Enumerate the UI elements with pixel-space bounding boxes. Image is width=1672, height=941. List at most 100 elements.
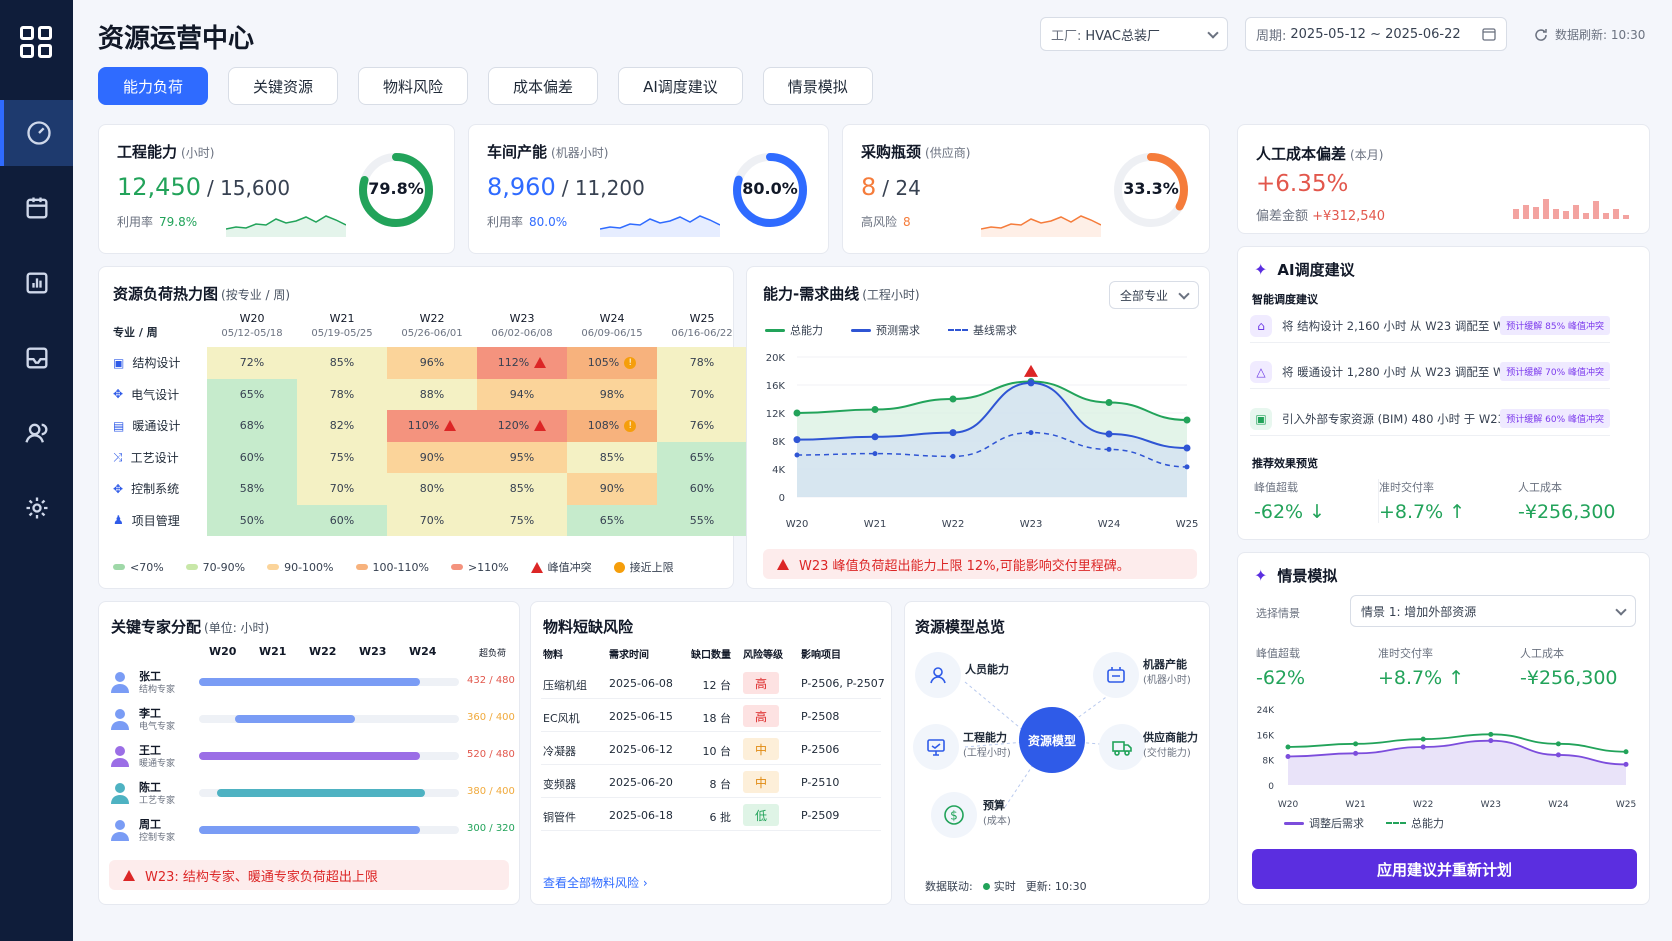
labor-bar [1583, 213, 1589, 219]
risk-badge: 低 [743, 804, 779, 826]
app-grid-icon[interactable] [20, 26, 52, 58]
warning-icon [534, 357, 547, 369]
expert-role: 工艺专家 [139, 796, 176, 806]
baseline-point [1028, 430, 1034, 436]
refresh-status[interactable]: 数据刷新: 10:30 [1533, 26, 1645, 43]
model-sync-status: 数据联动: 实时 更新: 10:30 [925, 880, 1087, 893]
ai-metric-ontime: 准时交付率 +8.7% ↑ [1378, 479, 1466, 523]
tab-capacity-load[interactable]: 能力负荷 [98, 67, 209, 105]
nav-dashboard-icon[interactable] [0, 100, 73, 166]
heatmap-legend-item: 接近上限 [613, 559, 674, 575]
discipline-icon: ▤ [113, 418, 125, 433]
period-select[interactable]: 周期: 2025-05-12 ~ 2025-06-22 [1245, 17, 1507, 51]
ai-suggestion-item[interactable]: △ 将 暖通设计 1,280 小时 从 W23 调配至 W24 预计缓解 70% 峰… [1250, 355, 1610, 389]
nav-settings-icon[interactable] [0, 475, 73, 541]
adjusted-point [1488, 738, 1494, 744]
calendar-icon [1482, 28, 1496, 41]
tab-scenario[interactable]: 情景模拟 [762, 67, 873, 105]
factory-label: 工厂: [1051, 28, 1082, 44]
expert-role: 暖通专家 [139, 759, 176, 769]
tab-material-risk[interactable]: 物料风险 [358, 67, 469, 105]
heatmap-row-label: ▣ 结构设计 [113, 355, 181, 371]
ai-suggestion-item[interactable]: ⌂ 将 结构设计 2,160 小时 从 W23 调配至 W22 预计缓解 85% 峰… [1250, 309, 1610, 343]
heatmap-cell: 65% [207, 378, 297, 410]
heatmap-cell: 112% [477, 347, 567, 379]
heatmap-cell: 90% [387, 441, 477, 473]
kpi-card-workshop: 车间产能 (机器小时) 8,960/ 11,200 利用率 80.0% 80.0% [468, 124, 829, 254]
tab-ai-scheduling[interactable]: AI调度建议 [618, 67, 743, 105]
demand-point [793, 436, 801, 444]
view-all-material-link[interactable]: 查看全部物料风险 › [543, 874, 648, 891]
warning-icon [777, 558, 789, 570]
y-tick-label: 12K [766, 409, 786, 420]
y-tick-label: 4K [772, 465, 785, 476]
heatmap-cell: 58% [207, 473, 297, 505]
expert-bar [199, 826, 420, 834]
expert-role: 结构专家 [139, 685, 176, 695]
baseline-point [950, 453, 956, 459]
heatmap-cell: 60% [207, 441, 297, 473]
material-header: 缺口数量 [691, 650, 731, 661]
heatmap-cell: 70% [297, 473, 387, 505]
heatmap-week-header: W23 06/02-06/08 [491, 312, 553, 339]
capacity-point [1555, 741, 1561, 747]
bim-icon: ▣ [1250, 407, 1272, 430]
kpi-card-procurement: 采购瓶颈 (供应商) 8/ 24 高风险 8 33.3% [842, 124, 1210, 254]
expert-week-header: W24 [409, 645, 437, 658]
scenario-legend: 调整后需求 总能力 [1284, 815, 1444, 831]
heatmap-cell: 88% [387, 378, 477, 410]
triangle-icon: △ [1250, 360, 1272, 383]
x-tick-label: W25 [1616, 800, 1636, 810]
labor-bar [1593, 201, 1599, 219]
heatmap-cell: 68% [207, 410, 297, 442]
material-project: P-2509 [801, 809, 840, 822]
material-header: 影响项目 [801, 650, 841, 661]
avatar [109, 707, 131, 731]
y-tick-label: 20K [766, 353, 786, 364]
material-name: 铜管件 [543, 811, 576, 824]
chevron-down-icon [1615, 604, 1627, 616]
scenario-metric-ontime: 准时交付率 +8.7% ↑ [1378, 647, 1465, 689]
expert-load-header: 超负荷 [479, 649, 507, 659]
nav-report-icon[interactable] [0, 250, 73, 316]
kpi-sparkline [981, 215, 1101, 237]
warning-icon [534, 420, 547, 432]
y-tick-label: 0 [1268, 782, 1274, 792]
material-project: P-2506 [801, 743, 840, 756]
kpi-title: 工程能力 (小时) [117, 143, 215, 161]
scenario-select[interactable]: 情景 1: 增加外部资源 [1350, 595, 1636, 627]
warning-icon [530, 561, 543, 573]
resource-model-center[interactable]: 资源模型 [1019, 707, 1085, 773]
discipline-filter[interactable]: 全部专业 [1109, 281, 1199, 309]
tab-key-resources[interactable]: 关键资源 [228, 67, 339, 105]
kpi-value: 8/ 24 [861, 173, 921, 201]
heatmap-cell: 120% [477, 410, 567, 442]
heatmap-cell: 80% [387, 473, 477, 505]
heatmap-row-label: ♟ 项目管理 [113, 513, 180, 528]
nav-users-icon[interactable] [0, 400, 73, 466]
nav-calendar-icon[interactable] [0, 175, 73, 241]
discipline-icon: ✥ [113, 481, 124, 496]
resource-model-card: 资源模型总览 资源模型 人员能力 机器产能 (机器小时) 工程能力 (工程小时) 供… [904, 601, 1210, 905]
x-tick-label: W23 [1020, 519, 1043, 530]
nav-inbox-icon[interactable] [0, 325, 73, 391]
expert-bar [217, 789, 426, 797]
apply-replan-button[interactable]: 应用建议并重新计划 [1252, 849, 1637, 889]
factory-select[interactable]: 工厂: HVAC总装厂 [1040, 17, 1228, 51]
material-qty: 18 台 [702, 712, 732, 725]
warning-icon [444, 420, 457, 432]
ai-suggestion-item[interactable]: ▣ 引入外部专家资源 (BIM) 480 小时 于 W23 预计缓解 60% 峰值冲… [1250, 402, 1610, 436]
machine-icon [1093, 652, 1139, 698]
tab-cost-variance[interactable]: 成本偏差 [488, 67, 599, 105]
ring-label: 33.3% [1123, 179, 1179, 198]
expert-week-header: W20 [209, 645, 237, 658]
x-tick-label: W24 [1548, 800, 1569, 810]
labor-bar [1523, 205, 1529, 219]
heatmap-row-label: ⤨ 工艺设计 [113, 449, 179, 465]
heatmap-cell: 75% [297, 441, 387, 473]
heatmap-cell: 94% [477, 378, 567, 410]
heatmap-cell: 70% [387, 504, 477, 536]
chevron-down-icon [1178, 288, 1190, 300]
period-label: 周期: [1256, 28, 1287, 44]
capacity-point [1623, 749, 1629, 755]
